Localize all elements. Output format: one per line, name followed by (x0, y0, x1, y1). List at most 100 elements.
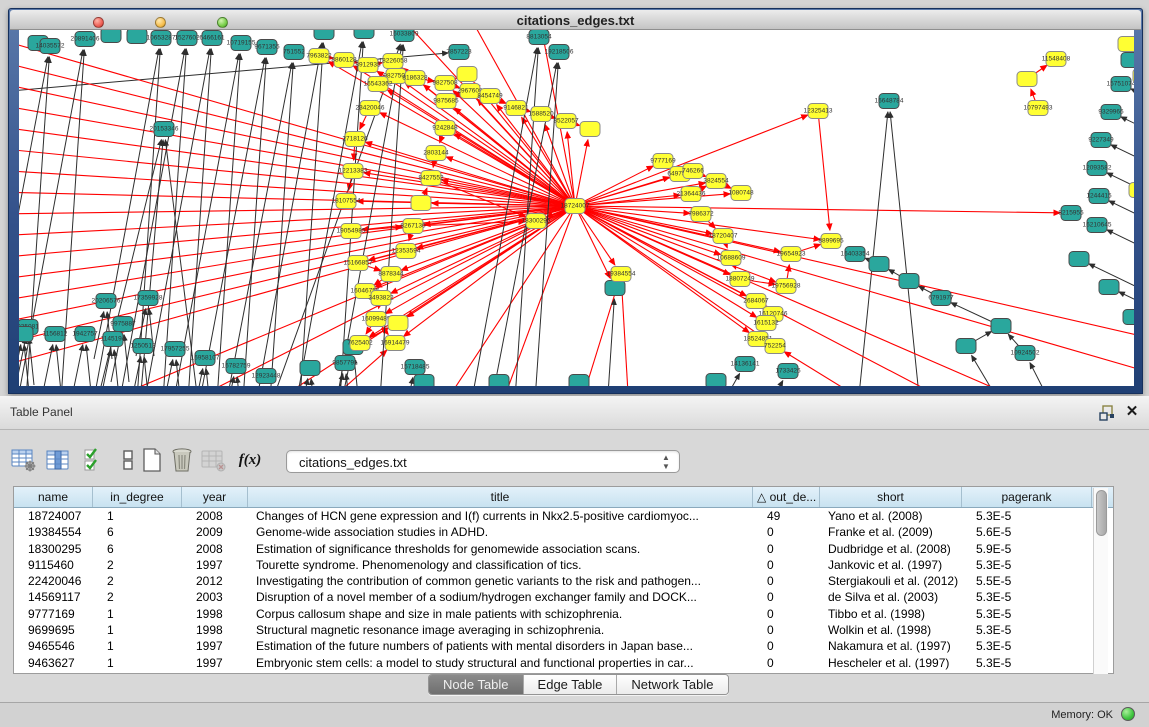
table-cell[interactable]: Nakamura et al. (1997) (820, 638, 962, 654)
table-cell[interactable]: 0 (753, 638, 820, 654)
graph-edge[interactable] (575, 206, 1134, 375)
column-header-name[interactable]: name (14, 487, 93, 507)
column-header-year[interactable]: year (182, 487, 248, 507)
table-cell[interactable]: 5.3E-5 (962, 589, 1092, 605)
table-cell[interactable]: 0 (753, 524, 820, 540)
graph-node[interactable] (1017, 72, 1037, 87)
graph-node[interactable] (1118, 37, 1134, 52)
table-cell[interactable]: 2008 (182, 541, 248, 557)
close-panel-icon[interactable]: ✕ (1124, 403, 1140, 421)
graph-edge[interactable] (269, 63, 293, 386)
table-cell[interactable]: 2 (93, 557, 182, 573)
table-row[interactable]: 946362711997Embryonic stem cells: a mode… (14, 655, 1113, 671)
graph-edge[interactable] (1107, 230, 1134, 255)
combo-stepper-icon[interactable]: ▲▼ (661, 453, 671, 472)
network-canvas[interactable]: 1403557220891406106532871527602646616110… (19, 30, 1134, 386)
graph-edge[interactable] (972, 355, 1004, 386)
table-cell[interactable]: Yano et al. (2008) (820, 508, 962, 524)
select-rows-icon[interactable] (80, 446, 108, 474)
graph-edge[interactable] (162, 49, 186, 386)
graph-edge[interactable] (73, 345, 83, 386)
column-header-out-de-[interactable]: △ out_de... (753, 487, 820, 507)
citation-network-graph[interactable]: 1403557220891406106532871527602646616110… (19, 30, 1134, 386)
graph-edge[interactable] (1030, 363, 1054, 386)
table-cell[interactable]: 1997 (182, 655, 248, 671)
graph-node[interactable] (101, 30, 121, 43)
graph-node[interactable] (1129, 183, 1134, 198)
graph-edge[interactable] (575, 206, 1134, 340)
table-cell[interactable]: 1997 (182, 638, 248, 654)
table-cell[interactable]: Tourette syndrome. Phenomenology and cla… (248, 557, 753, 573)
column-header-title[interactable]: title (248, 487, 753, 507)
network-selector-combo[interactable]: citations_edges.txt ▲▼ (286, 450, 680, 473)
table-cell[interactable]: Estimation of the future numbers of pati… (248, 638, 753, 654)
table-cell[interactable]: Hescheler et al. (1997) (820, 655, 962, 671)
table-cell[interactable]: 0 (753, 655, 820, 671)
table-cell[interactable]: 2012 (182, 573, 248, 589)
memory-status-icon[interactable] (1121, 707, 1135, 721)
new-table-icon[interactable] (138, 446, 166, 474)
graph-node[interactable] (580, 122, 600, 137)
graph-edge[interactable] (29, 338, 34, 385)
graph-edge[interactable] (575, 206, 1060, 213)
table-cell[interactable]: Genome-wide association studies in ADHD. (248, 524, 753, 540)
table-cell[interactable]: 1 (93, 655, 182, 671)
table-cell[interactable]: 1 (93, 508, 182, 524)
float-panel-icon[interactable] (1098, 404, 1116, 422)
graph-node[interactable] (489, 375, 509, 387)
table-cell[interactable]: Wolkin et al. (1998) (820, 622, 962, 638)
table-row[interactable]: 1830029562008Estimation of significance … (14, 541, 1113, 557)
table-cell[interactable]: 6 (93, 524, 182, 540)
table-cell[interactable]: 6 (93, 541, 182, 557)
table-row[interactable]: 969969511998Structural magnetic resonanc… (14, 622, 1113, 638)
table-cell[interactable]: 1 (93, 606, 182, 622)
graph-edge[interactable] (1121, 117, 1134, 142)
table-cell[interactable]: 9699695 (14, 622, 93, 638)
table-cell[interactable]: 0 (753, 622, 820, 638)
table-cell[interactable]: Changes of HCN gene expression and I(f) … (248, 508, 753, 524)
table-cell[interactable]: 5.3E-5 (962, 508, 1092, 524)
table-cell[interactable]: 0 (753, 573, 820, 589)
table-cell[interactable]: Structural magnetic resonance image aver… (248, 622, 753, 638)
window-titlebar[interactable]: citations_edges.txt (10, 10, 1141, 30)
table-cell[interactable]: 5.3E-5 (962, 606, 1092, 622)
table-cell[interactable]: 5.3E-5 (962, 638, 1092, 654)
table-cell[interactable]: 14569117 (14, 589, 93, 605)
table-cell[interactable]: Estimation of significance thresholds fo… (248, 541, 753, 557)
table-cell[interactable]: 2 (93, 589, 182, 605)
table-cell[interactable]: 5.3E-5 (962, 655, 1092, 671)
column-header-pagerank[interactable]: pagerank (962, 487, 1092, 507)
graph-node[interactable] (706, 374, 726, 387)
graph-edge[interactable] (86, 345, 91, 386)
graph-node[interactable] (354, 30, 374, 39)
graph-node[interactable] (1133, 69, 1134, 84)
graph-node[interactable] (388, 316, 408, 331)
graph-node[interactable] (1099, 280, 1119, 295)
graph-edge[interactable] (311, 379, 316, 386)
graph-edge[interactable] (1111, 145, 1134, 170)
table-cell[interactable]: 49 (753, 508, 820, 524)
table-cell[interactable]: 5.6E-5 (962, 524, 1092, 540)
table-cell[interactable]: 18724007 (14, 508, 93, 524)
table-cell[interactable]: 1 (93, 638, 182, 654)
table-cell[interactable]: Stergiakouli et al. (2012) (820, 573, 962, 589)
table-cell[interactable]: Franke et al. (2009) (820, 524, 962, 540)
table-cell[interactable]: Dudbridge et al. (2008) (820, 541, 962, 557)
table-settings-icon[interactable] (10, 446, 38, 474)
graph-node[interactable] (1123, 310, 1134, 325)
table-cell[interactable]: 1998 (182, 606, 248, 622)
graph-node[interactable] (1121, 53, 1134, 68)
table-cell[interactable]: 1998 (182, 622, 248, 638)
tab-edge-table[interactable]: Edge Table (524, 675, 618, 694)
table-cell[interactable]: 22420046 (14, 573, 93, 589)
graph-edge[interactable] (575, 194, 730, 206)
table-cell[interactable]: Disruption of a novel member of a sodium… (248, 589, 753, 605)
table-cell[interactable]: 19384554 (14, 524, 93, 540)
table-row[interactable]: 1456911722003Disruption of a novel membe… (14, 589, 1113, 605)
graph-node[interactable] (314, 30, 334, 40)
table-cell[interactable]: 0 (753, 557, 820, 573)
graph-node[interactable] (991, 319, 1011, 334)
table-cell[interactable]: 0 (753, 589, 820, 605)
table-cell[interactable]: 5.3E-5 (962, 557, 1092, 573)
graph-edge[interactable] (19, 104, 575, 206)
